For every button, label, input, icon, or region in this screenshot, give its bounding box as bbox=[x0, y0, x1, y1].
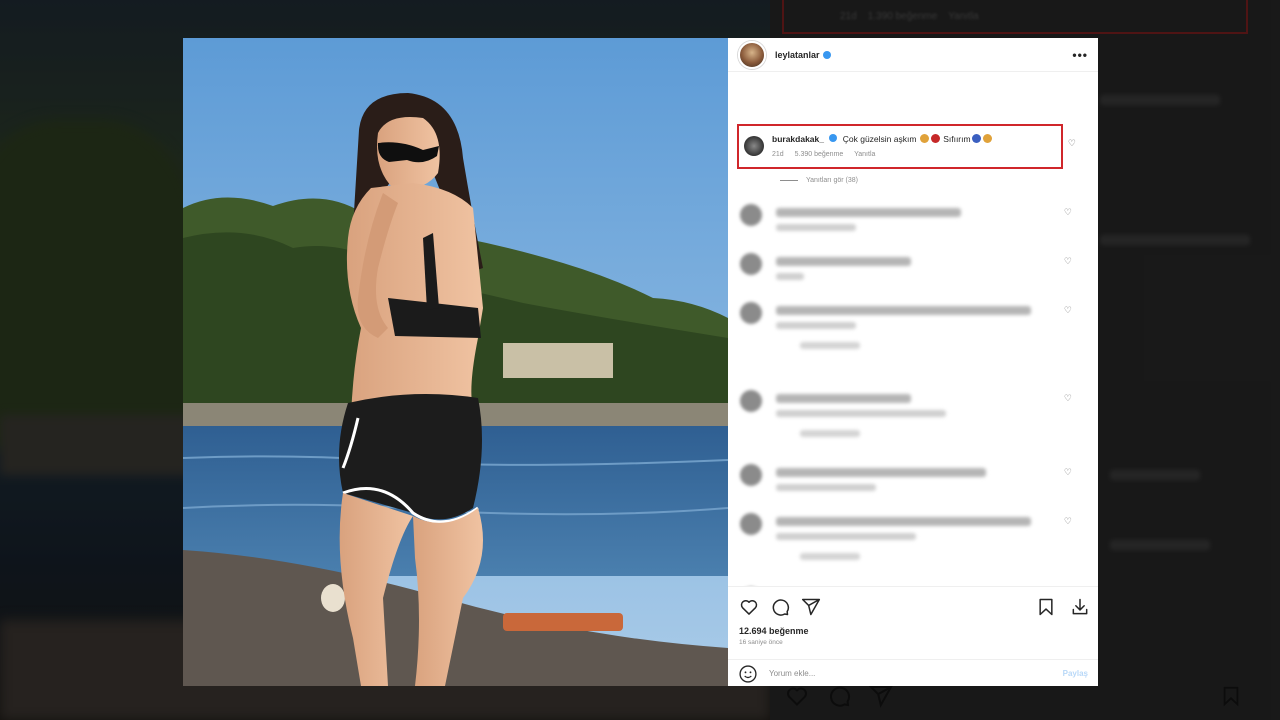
post-actions: 12.694 beğenme 16 saniye önce Yorum ekle… bbox=[728, 586, 1098, 686]
heart-emoji-icon bbox=[930, 134, 940, 143]
emoji-icon bbox=[919, 134, 929, 143]
comment-avatar[interactable] bbox=[744, 136, 764, 156]
comment-like-heart-icon[interactable]: ♡ bbox=[1064, 467, 1072, 478]
background-action-icons bbox=[785, 684, 893, 708]
comment-text: burakdakak_ Çok güzelsin aşkım Sıfıırım bbox=[772, 134, 993, 144]
smile-icon[interactable] bbox=[738, 664, 758, 684]
background-heart-icon bbox=[785, 684, 809, 708]
comment-like-heart-icon[interactable]: ♡ bbox=[1064, 207, 1072, 218]
background-bookmark-icon bbox=[1220, 684, 1242, 713]
comment-reply-button[interactable]: Yanıtla bbox=[854, 151, 875, 158]
comment-like-heart-icon[interactable]: ♡ bbox=[1064, 516, 1072, 527]
blurred-comment[interactable]: ♡ bbox=[740, 513, 1080, 560]
likes-count[interactable]: 12.694 beğenme bbox=[739, 626, 809, 636]
replies-dash bbox=[780, 180, 798, 181]
post-photo[interactable] bbox=[183, 38, 728, 686]
comment-like-heart-icon[interactable]: ♡ bbox=[1068, 138, 1076, 149]
comment-time: 21d bbox=[772, 151, 784, 158]
comment-input[interactable]: Yorum ekle... bbox=[769, 669, 815, 678]
comment-body: Çok güzelsin aşkım bbox=[842, 134, 917, 144]
emoji-icon bbox=[982, 134, 992, 143]
emoji-icon bbox=[971, 134, 981, 143]
post-comment-button[interactable]: Paylaş bbox=[1063, 669, 1088, 678]
comment-like-heart-icon[interactable]: ♡ bbox=[1064, 305, 1072, 316]
share-icon[interactable] bbox=[801, 597, 821, 617]
background-comment-icon bbox=[827, 684, 851, 708]
blurred-comment[interactable]: ♡ bbox=[740, 204, 1080, 244]
comment-like-heart-icon[interactable]: ♡ bbox=[1064, 393, 1072, 404]
comment-like-heart-icon[interactable]: ♡ bbox=[1064, 256, 1072, 267]
post-side-panel: leylatanlar ••• burakdakak_ Çok güzelsin… bbox=[728, 38, 1098, 686]
download-icon[interactable] bbox=[1070, 597, 1090, 617]
verified-badge-icon bbox=[822, 50, 831, 59]
author-username[interactable]: leylatanlar bbox=[775, 50, 820, 60]
comment-likes[interactable]: 5.390 beğenme bbox=[795, 151, 844, 158]
post-date: 16 saniye önce bbox=[739, 639, 783, 646]
view-replies-button[interactable]: Yanıtları gör (38) bbox=[780, 177, 858, 184]
blurred-comment[interactable]: ♡ bbox=[740, 302, 1080, 349]
author-avatar[interactable] bbox=[738, 40, 766, 69]
blurred-comment[interactable]: ♡ bbox=[740, 253, 1080, 293]
more-icon[interactable]: ••• bbox=[1072, 48, 1088, 62]
add-comment-bar: Yorum ekle... Paylaş bbox=[728, 659, 1098, 686]
bookmark-icon[interactable] bbox=[1036, 597, 1056, 617]
comment-body-tail: Sıfıırım bbox=[943, 134, 971, 144]
view-replies-label: Yanıtları gör (38) bbox=[806, 177, 859, 184]
background-share-icon bbox=[868, 684, 893, 708]
post-modal: leylatanlar ••• burakdakak_ Çok güzelsin… bbox=[183, 38, 1098, 686]
blurred-comment[interactable]: ♡ bbox=[740, 390, 1080, 437]
verified-badge-icon bbox=[829, 134, 838, 142]
comment-icon[interactable] bbox=[770, 597, 790, 617]
blurred-comment[interactable]: ♡ bbox=[740, 464, 1080, 504]
heart-icon[interactable] bbox=[739, 597, 759, 617]
post-header: leylatanlar ••• bbox=[728, 38, 1098, 72]
comments-list[interactable]: burakdakak_ Çok güzelsin aşkım Sıfıırım … bbox=[728, 72, 1098, 586]
comment-meta: 21d 5.390 beğenme Yanıtla bbox=[772, 151, 993, 158]
comment-username[interactable]: burakdakak_ bbox=[772, 134, 824, 144]
